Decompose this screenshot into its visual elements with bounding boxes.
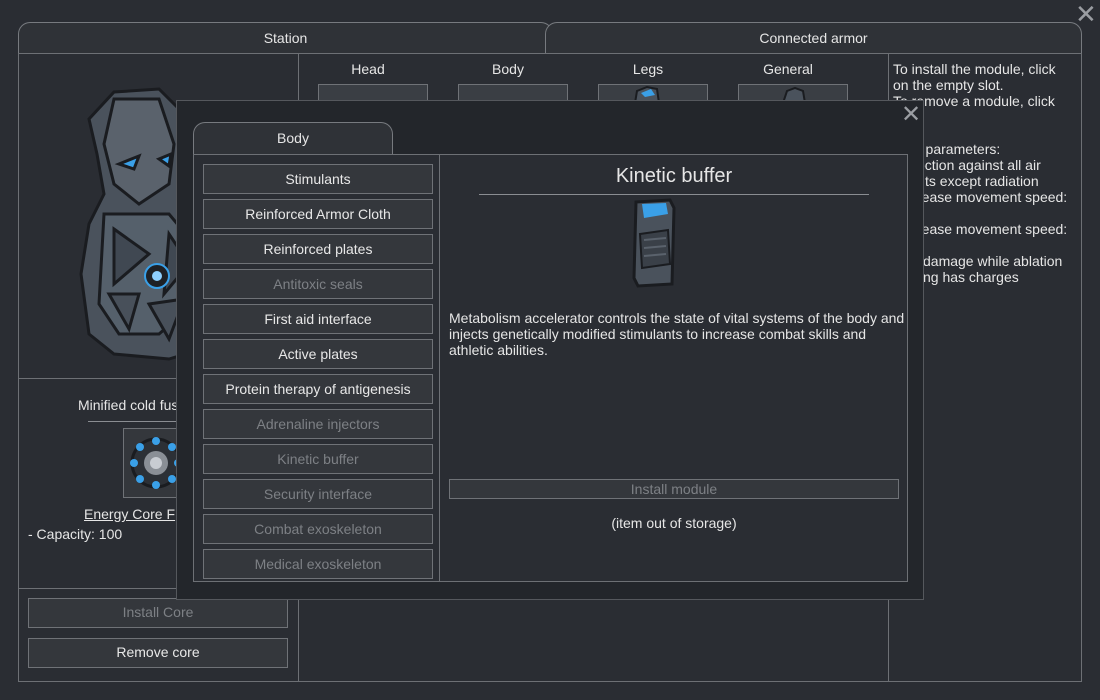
module-button-stimulants[interactable]: Stimulants bbox=[203, 164, 433, 194]
slot-head-label: Head bbox=[351, 61, 385, 77]
core-name: Energy Core F bbox=[84, 506, 176, 522]
core-slot[interactable] bbox=[123, 428, 179, 498]
module-button-active-plates[interactable]: Active plates bbox=[203, 339, 433, 369]
module-button-medical-exoskeleton[interactable]: Medical exoskeleton bbox=[203, 549, 433, 579]
module-title: Kinetic buffer bbox=[615, 165, 733, 187]
slot-body-label: Body bbox=[492, 61, 524, 77]
module-button-combat-exoskeleton[interactable]: Combat exoskeleton bbox=[203, 514, 433, 544]
core-title-divider bbox=[88, 421, 178, 422]
module-button-protein-therapy[interactable]: Protein therapy of antigenesis bbox=[203, 374, 433, 404]
module-button-security-interface[interactable]: Security interface bbox=[203, 479, 433, 509]
install-core-button[interactable]: Install Core bbox=[28, 598, 288, 628]
core-capacity: - Capacity: 100 bbox=[28, 526, 123, 542]
module-status: (item out of storage) bbox=[611, 515, 737, 531]
tab-body[interactable]: Body bbox=[193, 122, 393, 155]
module-button-kinetic-buffer[interactable]: Kinetic buffer bbox=[203, 444, 433, 474]
module-detail: Kinetic buffer Metabolism accelerator co… bbox=[441, 155, 907, 581]
module-title-divider bbox=[479, 194, 869, 195]
info-line: on the empty slot. bbox=[893, 77, 1004, 93]
install-module-button[interactable]: Install module bbox=[449, 479, 899, 499]
module-button-reinforced-armor-cloth[interactable]: Reinforced Armor Cloth bbox=[203, 199, 433, 229]
info-line: To install the module, click bbox=[893, 61, 1056, 77]
core-title: Minified cold fus bbox=[78, 397, 179, 413]
tab-station[interactable]: Station bbox=[18, 22, 553, 54]
kinetic-buffer-icon bbox=[632, 198, 676, 288]
module-button-antitoxic-seals[interactable]: Antitoxic seals bbox=[203, 269, 433, 299]
close-icon[interactable]: ✕ bbox=[901, 103, 921, 127]
tab-body-label: Body bbox=[277, 130, 309, 146]
module-description: Metabolism accelerator controls the stat… bbox=[449, 310, 905, 358]
close-icon[interactable]: ✕ bbox=[1075, 1, 1097, 27]
module-button-first-aid-interface[interactable]: First aid interface bbox=[203, 304, 433, 334]
module-button-adrenaline-injectors[interactable]: Adrenaline injectors bbox=[203, 409, 433, 439]
slot-legs-label: Legs bbox=[632, 61, 664, 77]
tab-station-label: Station bbox=[263, 30, 308, 46]
tab-connected-armor[interactable]: Connected armor bbox=[545, 22, 1082, 54]
module-image bbox=[630, 198, 678, 290]
slot-general-label: General bbox=[763, 61, 813, 77]
popup-content-panel: Stimulants Reinforced Armor Cloth Reinfo… bbox=[193, 154, 908, 582]
remove-core-button[interactable]: Remove core bbox=[28, 638, 288, 668]
module-button-reinforced-plates[interactable]: Reinforced plates bbox=[203, 234, 433, 264]
module-list[interactable]: Stimulants Reinforced Armor Cloth Reinfo… bbox=[194, 155, 440, 581]
tab-connected-armor-label: Connected armor bbox=[759, 30, 868, 46]
fusion-core-icon bbox=[130, 437, 178, 489]
module-select-popup: ✕ Body Stimulants Reinforced Armor Cloth… bbox=[176, 100, 924, 600]
